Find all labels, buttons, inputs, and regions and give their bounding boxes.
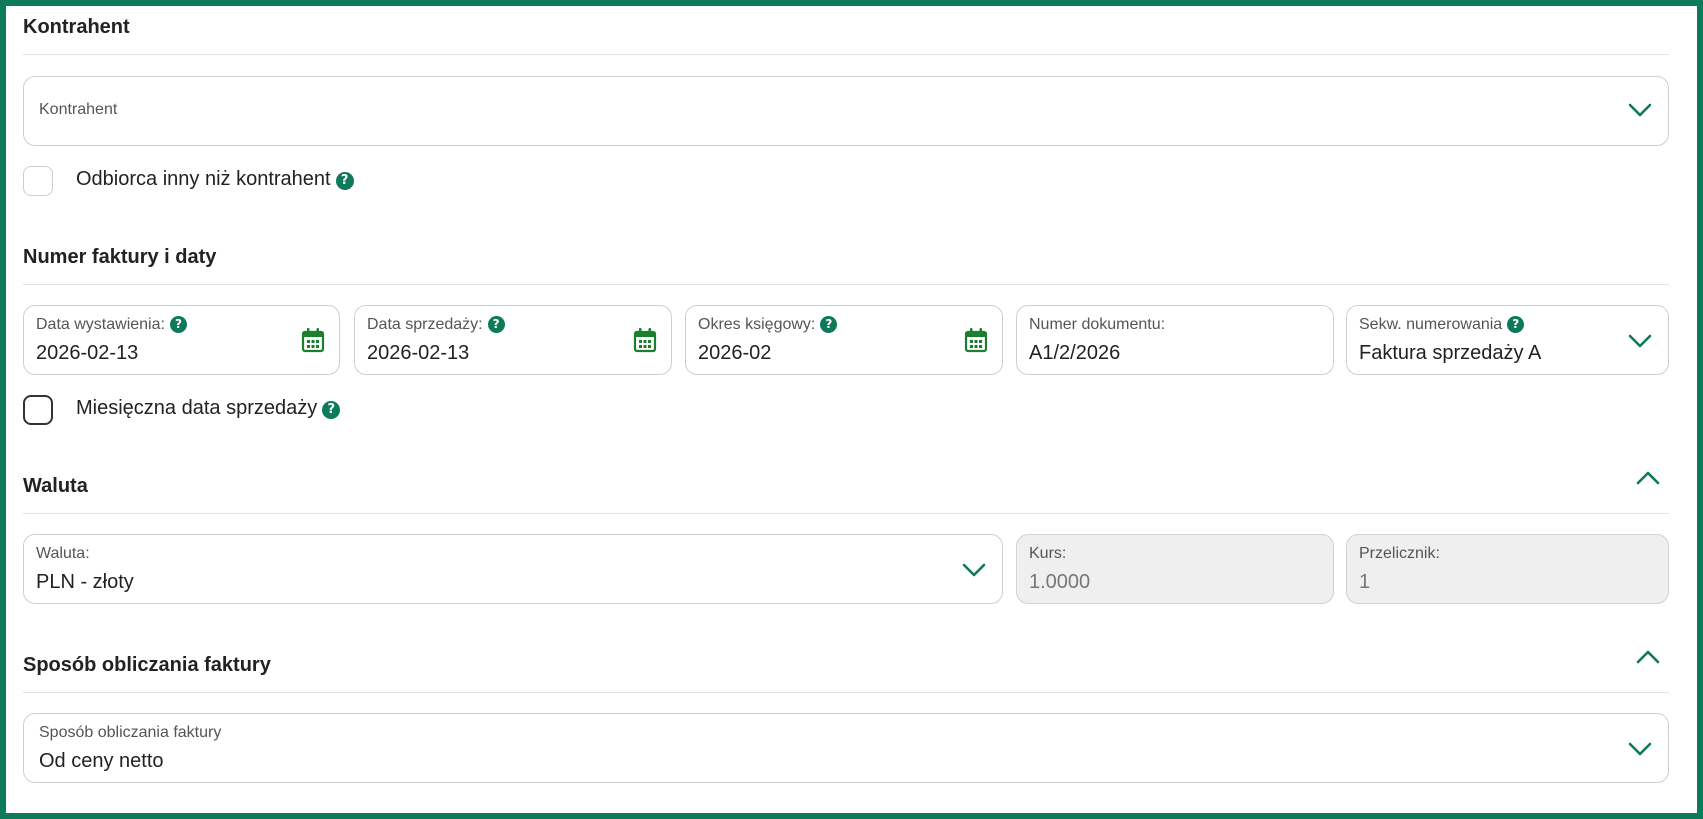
divider [23,54,1669,55]
help-icon[interactable]: ? [820,316,838,333]
help-icon[interactable]: ? [1507,316,1525,333]
monthly-sale-date-label: Miesięczna data sprzedaży [76,397,318,419]
rate-label: Kurs: [1029,545,1067,562]
chevron-down-icon[interactable] [1628,334,1652,348]
issue-date-label: Data wystawienia: [36,316,165,333]
document-number-value[interactable]: A1/2/2026 [1029,342,1120,365]
divider [23,692,1669,693]
numbering-sequence-value: Faktura sprzedaży A [1359,342,1542,364]
accounting-period-field[interactable]: Okres księgowy:? 2026-02 [685,305,1003,375]
chevron-down-icon[interactable] [1628,103,1652,117]
other-recipient-label: Odbiorca inny niż kontrahent [76,168,331,190]
help-icon[interactable]: ? [322,401,341,419]
sale-date-label-row: Data sprzedaży:? [367,316,505,334]
accounting-period-value[interactable]: 2026-02 [698,342,771,365]
calculation-method-value: Od ceny netto [39,750,164,772]
issue-date-field[interactable]: Data wystawienia:? 2026-02-13 [23,305,340,375]
numbering-sequence-select[interactable]: Sekw. numerowania? Faktura sprzedaży A [1346,305,1669,375]
chevron-down-icon[interactable] [1628,742,1652,756]
currency-label: Waluta: [36,545,90,562]
calendar-icon[interactable] [633,327,657,353]
calendar-icon[interactable] [301,327,325,353]
accounting-period-label-row: Okres księgowy:? [698,316,838,334]
currency-value: PLN - złoty [36,571,134,593]
section-title-calculation: Sposób obliczania faktury [23,654,271,676]
section-title-currency: Waluta [23,475,88,497]
monthly-sale-date-checkbox[interactable] [23,395,53,425]
calculation-method-label: Sposób obliczania faktury [39,724,222,741]
calculation-method-select[interactable]: Sposób obliczania faktury Od ceny netto [23,713,1669,783]
rate-value: 1.0000 [1029,571,1091,593]
section-title-contractor: Kontrahent [23,16,130,38]
rate-field: Kurs: 1.0000 [1016,534,1334,604]
contractor-select-placeholder: Kontrahent [39,101,118,118]
issue-date-value[interactable]: 2026-02-13 [36,342,138,365]
chevron-down-icon[interactable] [962,563,986,577]
issue-date-label-row: Data wystawienia:? [36,316,187,334]
other-recipient-checkbox[interactable] [23,166,53,196]
help-icon[interactable]: ? [169,316,187,333]
accounting-period-label: Okres księgowy: [698,316,816,333]
calendar-icon[interactable] [964,327,988,353]
chevron-up-icon[interactable] [1636,650,1660,664]
document-number-label: Numer dokumentu: [1029,316,1166,333]
chevron-up-icon[interactable] [1636,471,1660,485]
converter-field: Przelicznik: 1 [1346,534,1669,604]
divider [23,513,1669,514]
contractor-select[interactable]: Kontrahent [23,76,1669,146]
help-icon[interactable]: ? [335,172,354,190]
help-icon[interactable]: ? [487,316,505,333]
form-frame: Kontrahent Kontrahent Odbiorca inny niż … [0,0,1703,819]
sale-date-field[interactable]: Data sprzedaży:? 2026-02-13 [354,305,672,375]
numbering-sequence-label: Sekw. numerowania [1359,316,1503,333]
divider [23,284,1669,285]
sale-date-label: Data sprzedaży: [367,316,483,333]
other-recipient-row: Odbiorca inny niż kontrahent? [76,168,354,191]
document-number-field[interactable]: Numer dokumentu: A1/2/2026 [1016,305,1334,375]
converter-label: Przelicznik: [1359,545,1440,562]
sale-date-value[interactable]: 2026-02-13 [367,342,469,365]
monthly-sale-date-row: Miesięczna data sprzedaży? [76,397,341,420]
converter-value: 1 [1359,571,1371,593]
section-title-invoice-dates: Numer faktury i daty [23,246,217,268]
numbering-sequence-label-row: Sekw. numerowania? [1359,316,1525,334]
currency-select[interactable]: Waluta: PLN - złoty [23,534,1003,604]
